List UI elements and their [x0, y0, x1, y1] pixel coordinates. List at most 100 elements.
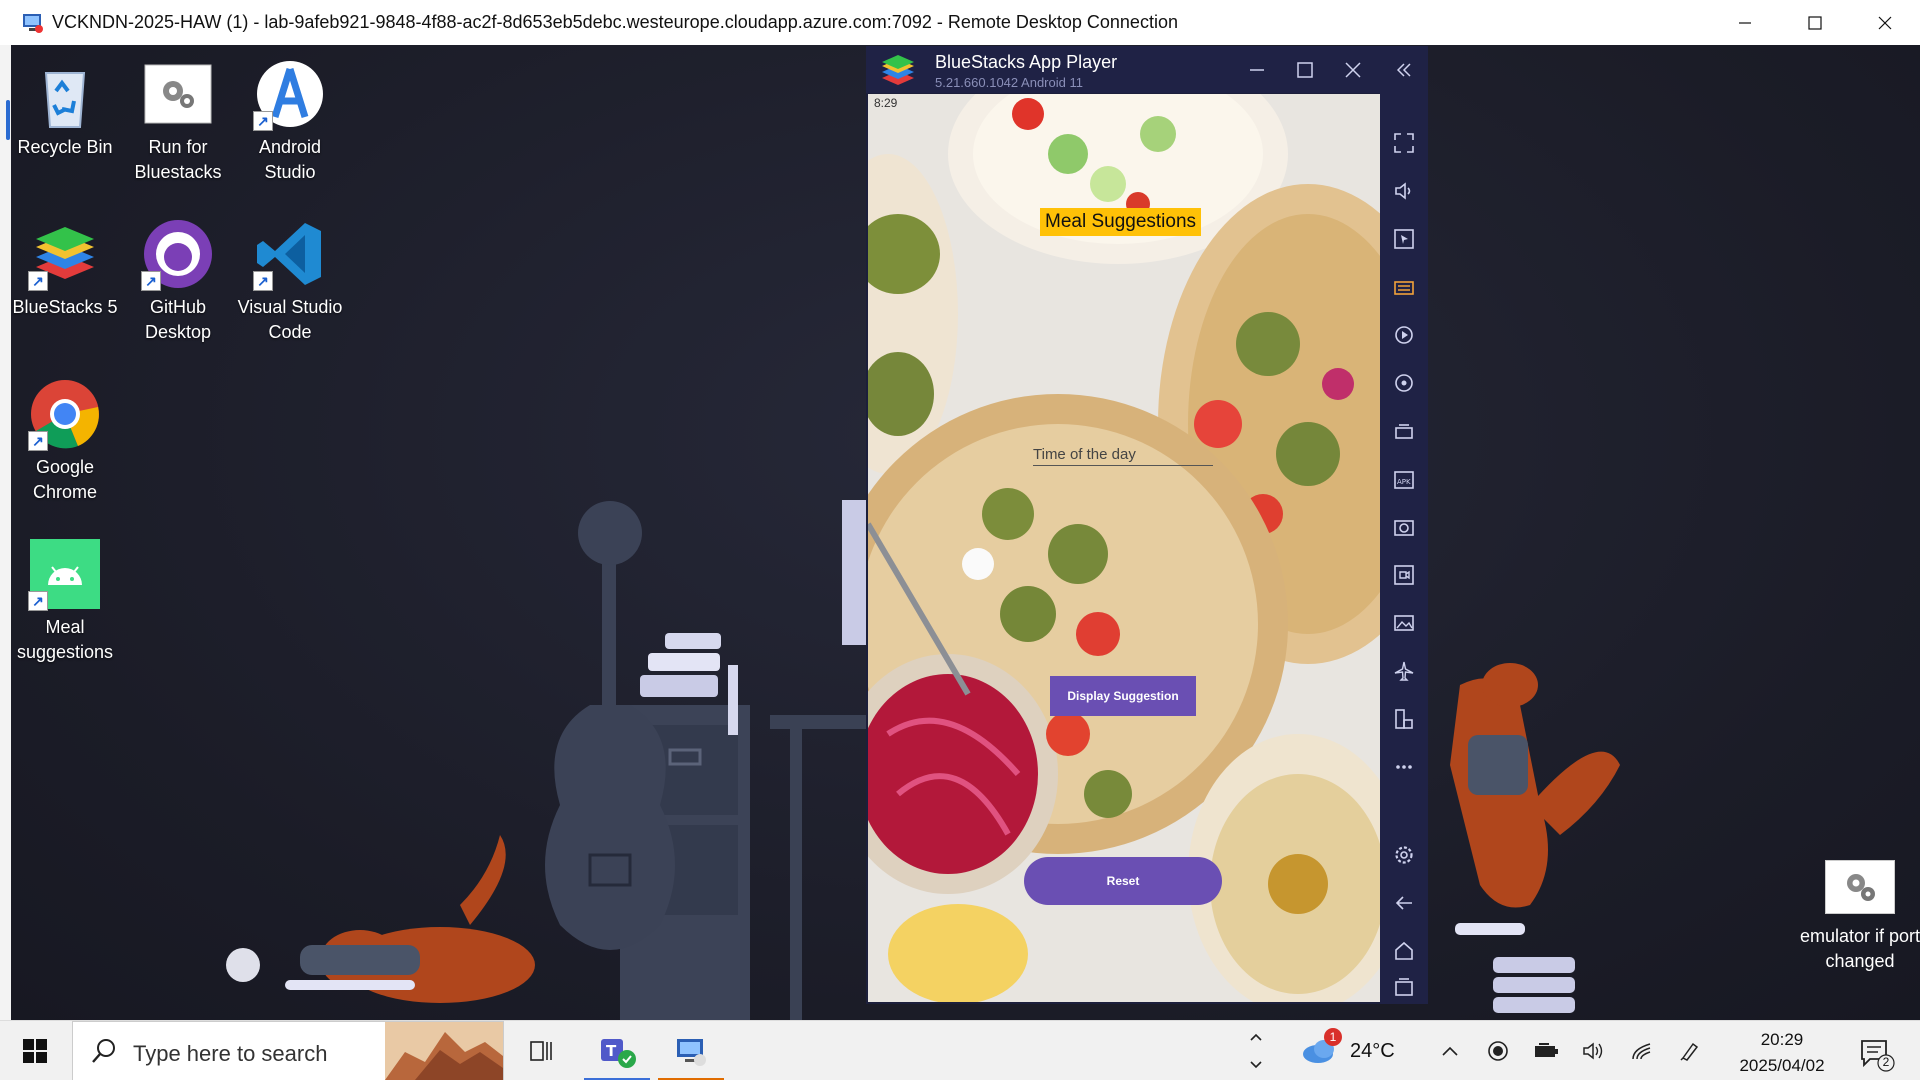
display-suggestion-button[interactable]: Display Suggestion: [1050, 676, 1196, 716]
app-title: Meal Suggestions: [1040, 208, 1202, 236]
taskbar-search-box[interactable]: Type here to search: [72, 1021, 504, 1080]
volume-icon[interactable]: [1574, 1021, 1614, 1080]
settings-shortcut-icon: [141, 57, 215, 131]
teams-icon: T: [601, 1039, 636, 1068]
taskbar: Type here to search T 1 24°C 20:29 2025/…: [0, 1020, 1920, 1080]
settings-gear-icon[interactable]: [1390, 841, 1418, 869]
desktop-icon-emulator-port[interactable]: emulator if port changed: [1790, 860, 1920, 974]
weather-temperature: 24°C: [1350, 1039, 1395, 1062]
scroll-chevrons[interactable]: [1236, 1021, 1276, 1080]
taskbar-remote-desktop[interactable]: [658, 1021, 724, 1080]
weather-cloud-icon: 1: [1300, 1027, 1342, 1069]
collapse-sidebar-icon[interactable]: [1385, 52, 1421, 88]
rdp-window-title: VCKNDN-2025-HAW (1) - lab-9afeb921-9848-…: [52, 12, 1178, 32]
task-view-icon: [530, 1041, 552, 1061]
pen-icon[interactable]: [1670, 1021, 1710, 1080]
macro-icon[interactable]: [1390, 321, 1418, 349]
android-screen: 8:29 Meal Suggestions Display Suggestion…: [868, 94, 1380, 1002]
minimize-button[interactable]: [1710, 0, 1780, 45]
keyboard-icon[interactable]: [1390, 273, 1418, 301]
icon-label: Meal suggestions: [16, 617, 114, 662]
remote-desktop-icon: [22, 12, 44, 34]
icon-label: emulator if port changed: [1799, 926, 1920, 971]
record-icon[interactable]: [1478, 1021, 1518, 1080]
show-hidden-icons-chevron[interactable]: [1430, 1021, 1470, 1080]
svg-text:T: T: [606, 1042, 617, 1060]
bluestacks-logo-icon: [880, 54, 916, 88]
rotate-icon[interactable]: [1390, 369, 1418, 397]
clock-time: 20:29: [1760, 1030, 1804, 1049]
bluestacks-title: BlueStacks App Player: [935, 52, 1118, 72]
icon-label: Visual Studio Code: [237, 297, 343, 342]
maximize-button[interactable]: [1780, 0, 1850, 45]
volume-icon[interactable]: [1390, 177, 1418, 205]
rdp-title-bar: VCKNDN-2025-HAW (1) - lab-9afeb921-9848-…: [0, 0, 1920, 45]
taskbar-clock[interactable]: 20:29 2025/04/02: [1722, 1027, 1842, 1079]
close-button[interactable]: [1850, 0, 1920, 45]
multi-instance-icon[interactable]: [1390, 705, 1418, 733]
pointer-icon[interactable]: [1390, 225, 1418, 253]
bluestacks-sidebar: APK: [1380, 93, 1428, 1004]
fullscreen-icon[interactable]: [1390, 129, 1418, 157]
search-placeholder: Type here to search: [133, 1041, 328, 1066]
bs-minimize-button[interactable]: [1239, 52, 1275, 88]
windows-icon: [23, 1039, 47, 1063]
battery-icon[interactable]: [1526, 1021, 1566, 1080]
android-app-icon: ↗: [28, 537, 102, 611]
android-studio-icon: ↗: [253, 57, 327, 131]
icon-label: Run for Bluestacks: [134, 137, 222, 182]
android-status-time: 8:29: [874, 96, 898, 110]
home-icon[interactable]: [1390, 937, 1418, 965]
desktop-icon-bluestacks5[interactable]: ↗ BlueStacks 5: [10, 217, 120, 320]
more-options-icon[interactable]: [1390, 753, 1418, 781]
install-apk-icon[interactable]: APK: [1390, 465, 1418, 493]
search-highlight-image: [385, 1022, 503, 1080]
recent-apps-icon[interactable]: [1390, 973, 1418, 1001]
record-screen-icon[interactable]: [1390, 561, 1418, 589]
task-view-button[interactable]: [508, 1021, 574, 1080]
chrome-icon: ↗: [28, 377, 102, 451]
action-center-button[interactable]: 2: [1856, 1033, 1896, 1073]
screenshot-icon[interactable]: [1390, 513, 1418, 541]
remote-desktop-icon: [677, 1039, 706, 1066]
icon-label: BlueStacks 5: [12, 297, 118, 317]
icon-label: GitHub Desktop: [144, 297, 212, 342]
github-icon: ↗: [141, 217, 215, 291]
bs-maximize-button[interactable]: [1287, 52, 1323, 88]
settings-shortcut-icon: [1825, 860, 1895, 914]
recycle-bin-icon: [28, 57, 102, 131]
desktop-icon-meal-suggestions[interactable]: ↗ Meal suggestions: [10, 537, 120, 665]
vscode-icon: ↗: [253, 217, 327, 291]
bs-close-button[interactable]: [1335, 52, 1371, 88]
bluestacks-title-bar: BlueStacks App Player 5.21.660.1042 Andr…: [866, 46, 1428, 93]
desktop-icon-run-bluestacks[interactable]: Run for Bluestacks: [123, 57, 233, 185]
taskbar-teams[interactable]: T: [584, 1021, 650, 1080]
bluestacks-window: BlueStacks App Player 5.21.660.1042 Andr…: [866, 46, 1428, 1004]
desktop-icon-github-desktop[interactable]: ↗ GitHub Desktop: [123, 217, 233, 345]
svg-text:APK: APK: [1397, 478, 1411, 486]
weather-widget[interactable]: 1 24°C: [1300, 1021, 1395, 1080]
icon-label: Recycle Bin: [17, 137, 113, 157]
search-icon: [91, 1038, 117, 1069]
desktop-icon-vscode[interactable]: ↗ Visual Studio Code: [235, 217, 345, 345]
game-controls-icon[interactable]: [1390, 417, 1418, 445]
bluestacks-icon: ↗: [28, 217, 102, 291]
weather-alert-badge: 1: [1324, 1027, 1342, 1046]
airplane-icon[interactable]: [1390, 657, 1418, 685]
bluestacks-version: 5.21.660.1042 Android 11: [935, 75, 1083, 90]
back-arrow-icon[interactable]: [1390, 889, 1418, 917]
media-manager-icon[interactable]: [1390, 609, 1418, 637]
network-icon[interactable]: [1622, 1021, 1662, 1080]
desktop-icon-android-studio[interactable]: ↗ Android Studio: [235, 57, 345, 185]
icon-label: Android Studio: [258, 137, 322, 182]
remote-desktop: Recycle Bin Run for Bluestacks ↗ Android…: [0, 45, 1920, 1020]
clock-date: 2025/04/02: [1739, 1056, 1825, 1075]
start-button[interactable]: [0, 1021, 70, 1080]
left-gutter: [0, 45, 11, 1020]
icon-label: Google Chrome: [32, 457, 98, 502]
time-of-day-input[interactable]: [1033, 444, 1213, 466]
desktop-icon-recycle-bin[interactable]: Recycle Bin: [10, 57, 120, 160]
notification-count: 2: [1882, 1055, 1890, 1069]
reset-button[interactable]: Reset: [1024, 857, 1222, 905]
desktop-icon-google-chrome[interactable]: ↗ Google Chrome: [10, 377, 120, 505]
